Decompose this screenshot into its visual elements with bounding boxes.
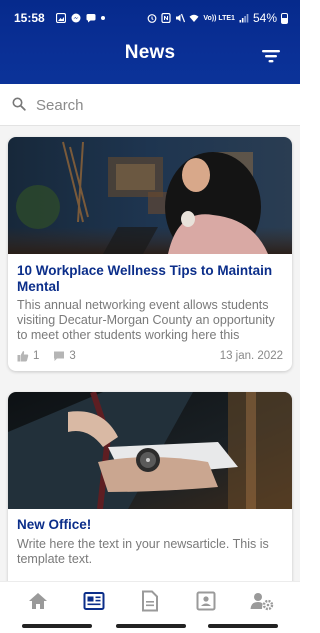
nav-home-handle[interactable] [116, 624, 186, 628]
battery-percent: 54% [252, 11, 277, 25]
bottom-tab-bar [0, 581, 300, 619]
status-left: 15:58 [14, 11, 105, 25]
status-time: 15:58 [14, 11, 45, 25]
gallery-notification-icon [55, 13, 66, 23]
status-right: Vo)) LTE1 54% [147, 11, 288, 25]
thumbs-up-icon [17, 351, 29, 362]
messenger-notification-icon [71, 13, 81, 23]
article-card[interactable]: New Office! Write here the text in your … [8, 392, 292, 581]
alarm-icon [147, 14, 157, 23]
app-header: 15:58 Vo)) LTE1 54% News [0, 0, 300, 84]
article-meta: 1 3 13 jan. 2022 [17, 348, 283, 364]
messages-notification-icon [86, 14, 96, 23]
nav-recent-handle[interactable] [22, 624, 92, 628]
article-excerpt: This annual networking event allows stud… [17, 298, 275, 342]
comment-icon [54, 351, 65, 361]
search-input[interactable] [36, 93, 276, 117]
battery-icon [281, 12, 288, 24]
contact-card-icon [196, 591, 216, 610]
tab-contacts[interactable] [189, 586, 223, 616]
nav-back-handle[interactable] [208, 624, 278, 628]
news-feed[interactable]: 10 Workplace Wellness Tips to Maintain M… [0, 126, 300, 581]
tab-documents[interactable] [133, 586, 167, 616]
nfc-icon [161, 13, 171, 23]
tab-settings[interactable] [245, 586, 279, 616]
page-title: News [124, 42, 176, 63]
system-navigation-bar [0, 619, 300, 633]
signal-icon [239, 14, 249, 23]
network-label: Vo)) LTE1 [203, 14, 235, 22]
article-date: 13 jan. 2022 [219, 350, 283, 362]
mute-icon [176, 13, 186, 23]
search-bar [0, 84, 300, 126]
user-settings-icon [250, 592, 274, 610]
comment-count: 3 [69, 350, 76, 362]
newspaper-icon [83, 591, 105, 610]
status-bar: 15:58 Vo)) LTE1 54% [0, 0, 300, 36]
search-icon [12, 97, 26, 111]
like-count: 1 [33, 350, 40, 362]
wifi-icon [189, 14, 199, 22]
article-card[interactable]: 10 Workplace Wellness Tips to Maintain M… [8, 137, 292, 371]
woman-with-laptop-photo [8, 137, 292, 254]
article-excerpt: Write here the text in your newsarticle.… [17, 537, 269, 566]
article-title[interactable]: New Office! [17, 517, 287, 533]
businessman-watch-photo [8, 392, 292, 509]
home-icon [29, 592, 47, 609]
filter-icon[interactable] [260, 47, 284, 65]
tab-news[interactable] [77, 586, 111, 616]
article-title[interactable]: 10 Workplace Wellness Tips to Maintain M… [17, 263, 287, 295]
document-icon [142, 590, 158, 611]
like-button[interactable]: 1 [17, 350, 39, 362]
comment-button[interactable]: 3 [53, 350, 76, 362]
tab-home[interactable] [21, 586, 55, 616]
more-notifications-dot [100, 16, 105, 20]
